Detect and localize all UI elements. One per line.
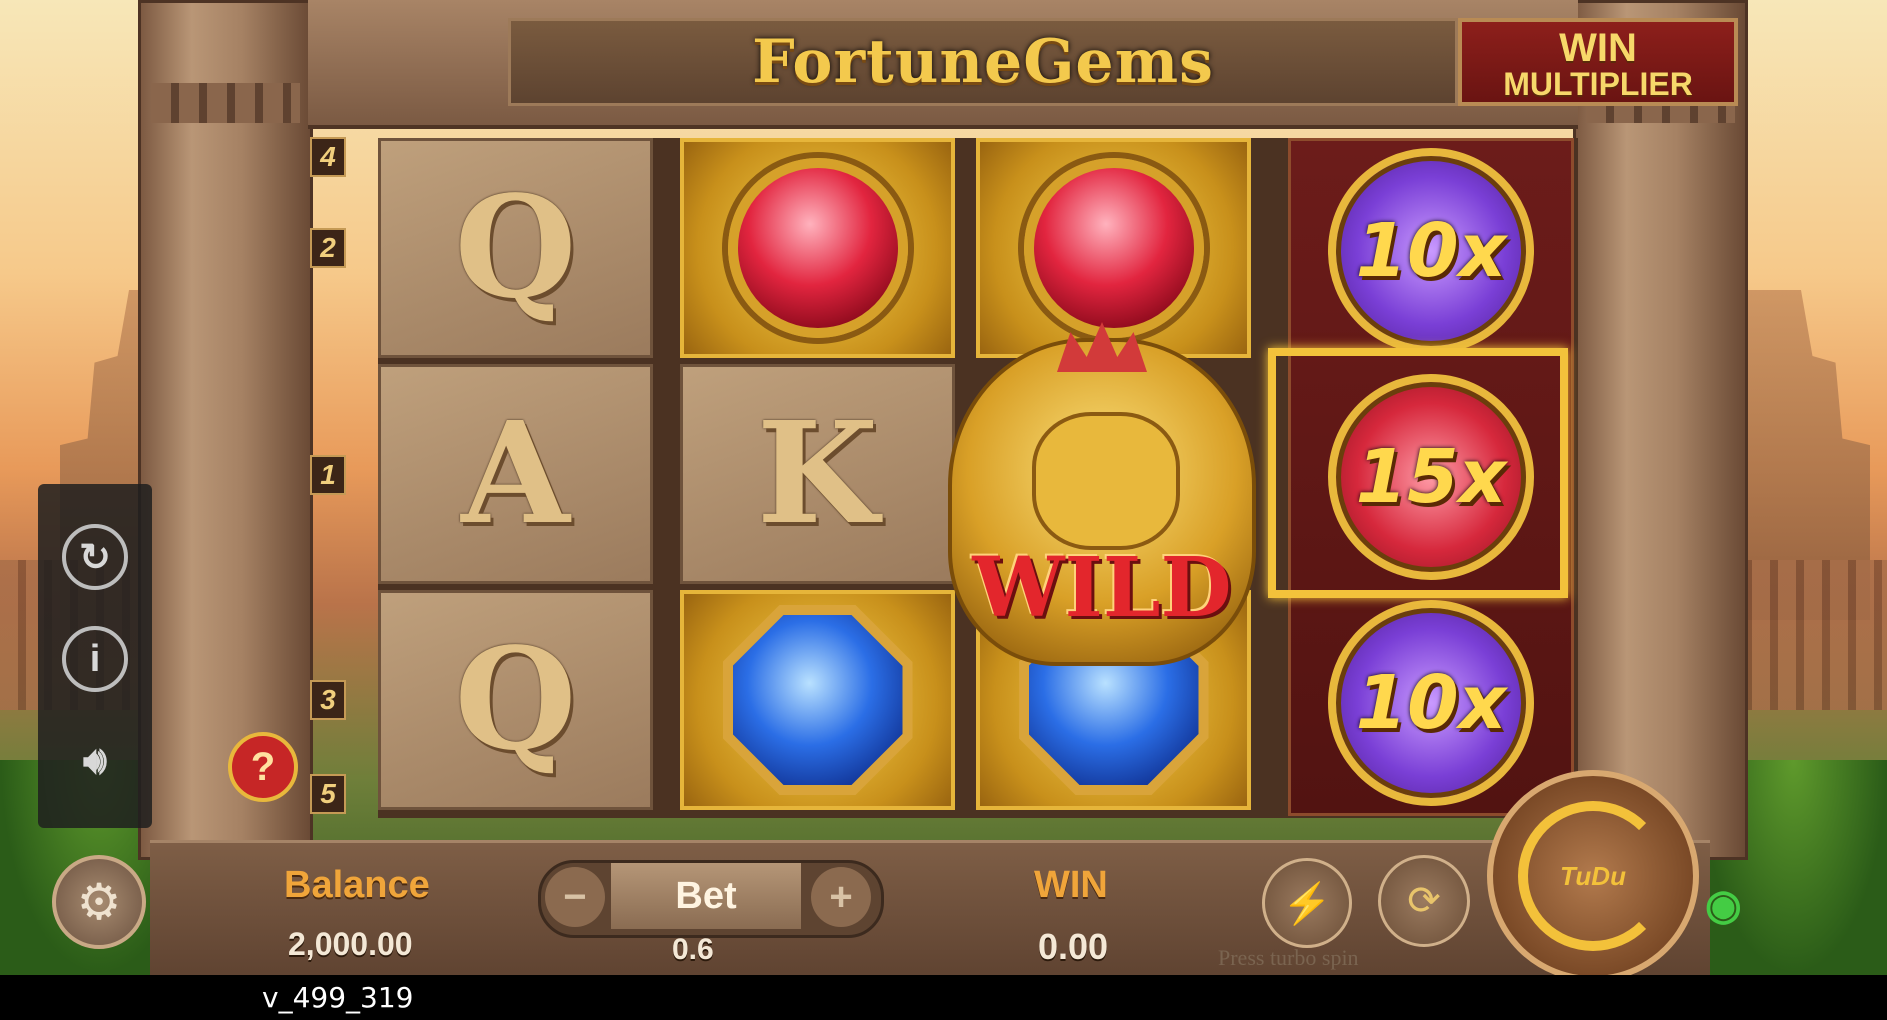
- spin-icon: TuDu: [1518, 801, 1668, 951]
- game-scene: FortuneGems WIN MULTIPLIER 4 2 1 3 5 Q A…: [0, 0, 1887, 975]
- reel-1: Q A Q: [378, 138, 653, 810]
- pillar-right: [1573, 0, 1748, 860]
- turbo-button[interactable]: ⚡: [1262, 858, 1352, 948]
- balance-value: 2,000.00: [288, 926, 413, 962]
- symbol-cell: Q: [378, 138, 653, 358]
- multiplier-coin: 10x: [1328, 148, 1534, 354]
- sound-button[interactable]: 🔊︎: [62, 728, 128, 794]
- symbol-letter: A: [461, 392, 570, 556]
- bet-control: − Bet +: [538, 860, 884, 938]
- symbol-cell: Q: [378, 590, 653, 810]
- help-button[interactable]: ?: [228, 732, 298, 802]
- symbol-letter: Q: [454, 618, 577, 782]
- title-panel: FortuneGems: [508, 18, 1458, 106]
- replay-button[interactable]: ↻: [62, 524, 128, 590]
- replay-icon: ↻: [79, 536, 111, 579]
- payline-marker: 3: [310, 680, 346, 720]
- symbol-letter: Q: [454, 166, 577, 330]
- reel-2: K: [680, 138, 955, 810]
- multiplier-coin: 10x: [1328, 600, 1534, 806]
- win-value: 0.00: [1038, 926, 1109, 967]
- reel-area: Q A Q K WILD 10x 15x 10x: [378, 138, 1578, 818]
- info-button[interactable]: i: [62, 626, 128, 692]
- wifi-icon: ◉: [1705, 881, 1742, 928]
- game-title: FortuneGems: [752, 27, 1214, 97]
- symbol-letter: K: [756, 392, 879, 556]
- spin-logo: TuDu: [1560, 860, 1626, 891]
- multiplier-label: 10x: [1355, 208, 1507, 294]
- side-menu: ↻ i 🔊︎: [38, 484, 152, 828]
- payline-marker: 4: [310, 137, 346, 177]
- symbol-cell: [680, 590, 955, 810]
- lintel: FortuneGems WIN MULTIPLIER: [308, 0, 1738, 129]
- settings-button[interactable]: ⚙: [52, 855, 146, 949]
- ruby-gem-icon: [1023, 158, 1204, 338]
- control-bar: Balance 2,000.00 − Bet + 0.6 WIN 0.00 ⚡ …: [0, 770, 1887, 975]
- win-multiplier-line1: WIN: [1559, 26, 1637, 70]
- info-icon: i: [89, 637, 101, 680]
- autoplay-icon: ⟳: [1407, 879, 1441, 923]
- bet-increase-button[interactable]: +: [811, 867, 871, 927]
- autoplay-button[interactable]: ⟳: [1378, 855, 1470, 947]
- sapphire-frame: [722, 605, 913, 795]
- multiplier-highlight-frame: [1268, 348, 1568, 598]
- bet-label: Bet: [611, 863, 801, 929]
- footer: v_499_319: [0, 975, 1887, 1020]
- balance-label: Balance: [284, 864, 430, 906]
- symbol-cell: K: [680, 364, 955, 584]
- question-icon: ?: [250, 744, 276, 789]
- multiplier-label: 10x: [1355, 660, 1507, 746]
- pillar-left: [138, 0, 313, 860]
- symbol-cell: A: [378, 364, 653, 584]
- win-multiplier-line2: MULTIPLIER: [1503, 66, 1693, 102]
- payline-marker: 2: [310, 228, 346, 268]
- bet-value: 0.6: [672, 933, 714, 966]
- version-label: v_499_319: [262, 981, 414, 1014]
- symbol-cell: [680, 138, 955, 358]
- wild-symbol: WILD: [948, 322, 1256, 666]
- spin-button[interactable]: TuDu: [1487, 770, 1699, 975]
- multiplier-cell: 10x: [1291, 593, 1571, 813]
- symbol-cell: [976, 138, 1251, 358]
- garuda-face-icon: [1032, 412, 1180, 550]
- bet-decrease-button[interactable]: −: [545, 867, 605, 927]
- sapphire-gem-icon: [732, 615, 903, 785]
- turbo-hint: Press turbo spin: [1218, 945, 1359, 970]
- payline-marker: 1: [310, 455, 346, 495]
- win-label: WIN: [1034, 864, 1108, 906]
- speaker-icon: 🔊︎: [83, 739, 107, 782]
- payline-marker: 5: [310, 774, 346, 814]
- ruby-gem-icon: [727, 158, 908, 338]
- lightning-icon: ⚡: [1282, 881, 1332, 926]
- wild-label: WILD: [972, 540, 1232, 636]
- multiplier-cell: 10x: [1291, 141, 1571, 361]
- win-multiplier-panel: WIN MULTIPLIER: [1458, 18, 1738, 106]
- gear-icon: ⚙: [76, 874, 122, 930]
